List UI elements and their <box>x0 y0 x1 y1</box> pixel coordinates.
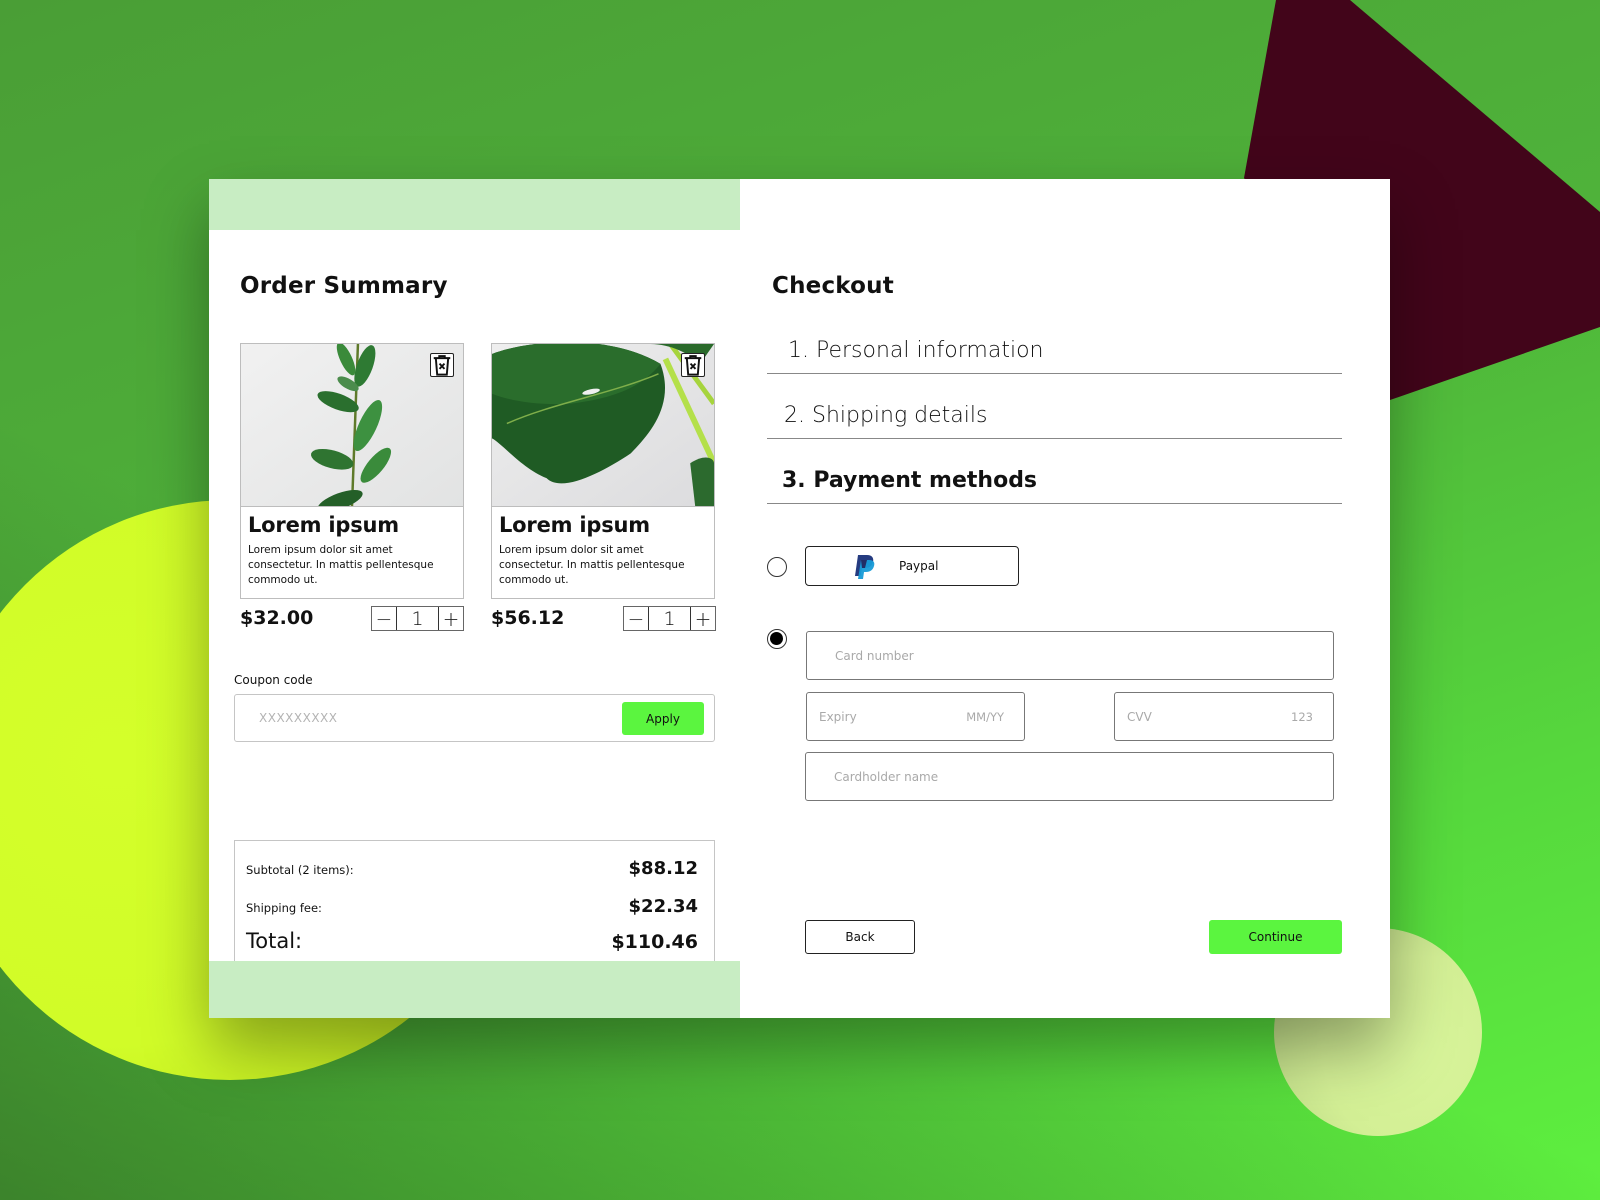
order-summary-title: Order Summary <box>240 273 448 299</box>
product-name: Lorem ipsum <box>499 513 650 537</box>
card-radio[interactable] <box>767 629 787 649</box>
trash-icon <box>684 355 702 376</box>
card-number-field <box>806 631 1334 680</box>
shipping-label: Shipping fee: <box>246 901 322 915</box>
delete-product-button[interactable] <box>430 353 454 377</box>
decrease-quantity-button[interactable]: − <box>372 607 397 630</box>
product-image <box>492 344 714 507</box>
cardholder-name-field <box>805 752 1334 801</box>
coupon-input[interactable] <box>259 695 599 741</box>
expiry-field: MM/YY <box>806 692 1025 741</box>
quantity-value[interactable]: 1 <box>649 607 690 630</box>
paypal-radio[interactable] <box>767 557 787 577</box>
subtotal-value: $88.12 <box>628 858 698 879</box>
total-value: $110.46 <box>611 931 698 953</box>
panel-header-strip <box>209 179 740 230</box>
product-card: Lorem ipsum Lorem ipsum dolor sit amet c… <box>491 343 715 599</box>
cvv-hint: 123 <box>1291 710 1313 724</box>
increase-quantity-button[interactable]: + <box>690 607 715 630</box>
order-totals: Subtotal (2 items): $88.12 Shipping fee:… <box>234 840 715 964</box>
expiry-input[interactable] <box>819 693 939 740</box>
quantity-stepper: − 1 + <box>623 606 716 631</box>
cvv-field: 123 <box>1114 692 1334 741</box>
order-summary-panel: Order Summary Lorem ipsum Lorem ipsum do… <box>209 179 740 1018</box>
increase-quantity-button[interactable]: + <box>438 607 463 630</box>
step-label: 1. Personal information <box>788 338 1044 363</box>
paypal-icon <box>855 555 875 579</box>
total-label: Total: <box>246 929 303 953</box>
decrease-quantity-button[interactable]: − <box>624 607 649 630</box>
continue-button[interactable]: Continue <box>1209 920 1342 954</box>
product-price: $32.00 <box>240 607 314 629</box>
step-label: 2. Shipping details <box>784 403 988 428</box>
subtotal-row: Subtotal (2 items): $88.12 <box>246 858 698 879</box>
checkout-title: Checkout <box>772 273 894 299</box>
subtotal-label: Subtotal (2 items): <box>246 863 354 877</box>
coupon-label: Coupon code <box>234 673 313 687</box>
product-image <box>241 344 463 507</box>
step-personal-information[interactable]: 1. Personal information <box>767 314 1342 374</box>
card-number-input[interactable] <box>835 632 1256 679</box>
product-description: Lorem ipsum dolor sit amet consectetur. … <box>248 544 434 586</box>
product-price: $56.12 <box>491 607 565 629</box>
back-button[interactable]: Back <box>805 920 915 954</box>
cvv-input[interactable] <box>1127 693 1247 740</box>
product-card: Lorem ipsum Lorem ipsum dolor sit amet c… <box>240 343 464 599</box>
cardholder-name-input[interactable] <box>834 753 1256 800</box>
step-payment-methods[interactable]: 3. Payment methods <box>767 444 1342 504</box>
paypal-button[interactable]: Paypal <box>805 546 1019 586</box>
panel-footer-strip <box>209 961 740 1018</box>
shipping-row: Shipping fee: $22.34 <box>246 896 698 917</box>
trash-icon <box>433 355 451 376</box>
quantity-stepper: − 1 + <box>371 606 464 631</box>
expiry-hint: MM/YY <box>966 710 1004 724</box>
total-row: Total: $110.46 <box>246 929 698 953</box>
product-description: Lorem ipsum dolor sit amet consectetur. … <box>499 544 685 586</box>
delete-product-button[interactable] <box>681 353 705 377</box>
quantity-value[interactable]: 1 <box>397 607 438 630</box>
apply-coupon-button[interactable]: Apply <box>622 702 704 735</box>
shipping-value: $22.34 <box>628 896 698 917</box>
step-shipping-details[interactable]: 2. Shipping details <box>767 379 1342 439</box>
coupon-field: Apply <box>234 694 715 742</box>
step-label: 3. Payment methods <box>782 468 1038 493</box>
checkout-card: Order Summary Lorem ipsum Lorem ipsum do… <box>209 179 1390 1018</box>
paypal-label: Paypal <box>899 559 939 573</box>
product-name: Lorem ipsum <box>248 513 399 537</box>
